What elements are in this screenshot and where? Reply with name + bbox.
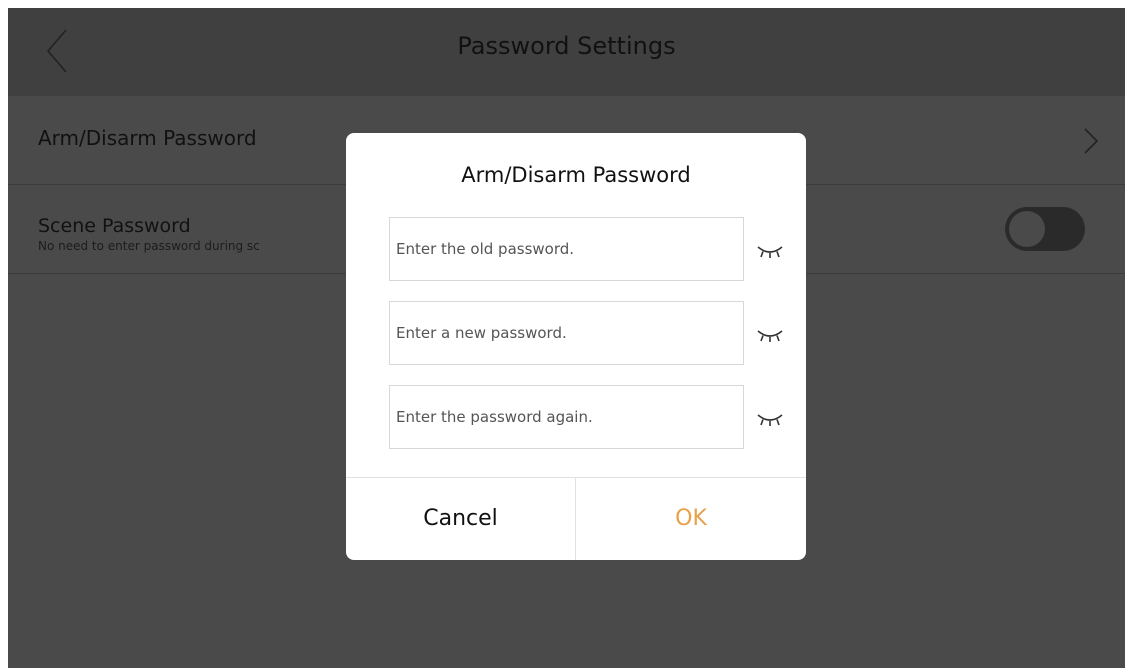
- header-bar: Password Settings: [8, 8, 1125, 96]
- password-dialog: Arm/Disarm Password Cancel OK: [346, 133, 806, 560]
- eye-closed-icon[interactable]: [756, 327, 784, 343]
- confirm-password-input[interactable]: [390, 386, 743, 448]
- chevron-right-icon: [1084, 128, 1099, 154]
- old-password-field[interactable]: [389, 217, 744, 281]
- page-title: Password Settings: [457, 32, 676, 60]
- toggle-knob: [1009, 211, 1045, 247]
- scene-password-description: No need to enter password during sc: [38, 239, 260, 253]
- arm-disarm-password-label: Arm/Disarm Password: [38, 126, 257, 150]
- scene-password-toggle[interactable]: [1005, 207, 1085, 251]
- new-password-field[interactable]: [389, 301, 744, 365]
- confirm-password-field[interactable]: [389, 385, 744, 449]
- eye-closed-icon[interactable]: [756, 243, 784, 259]
- scene-password-label: Scene Password: [38, 215, 191, 237]
- cancel-button[interactable]: Cancel: [346, 478, 576, 560]
- dialog-title: Arm/Disarm Password: [461, 163, 691, 187]
- dialog-footer: Cancel OK: [346, 477, 806, 560]
- ok-button[interactable]: OK: [576, 478, 806, 560]
- old-password-input[interactable]: [390, 218, 743, 280]
- eye-closed-icon[interactable]: [756, 411, 784, 427]
- password-settings-screen: Password Settings Arm/Disarm Password Sc…: [8, 8, 1125, 668]
- new-password-input[interactable]: [390, 302, 743, 364]
